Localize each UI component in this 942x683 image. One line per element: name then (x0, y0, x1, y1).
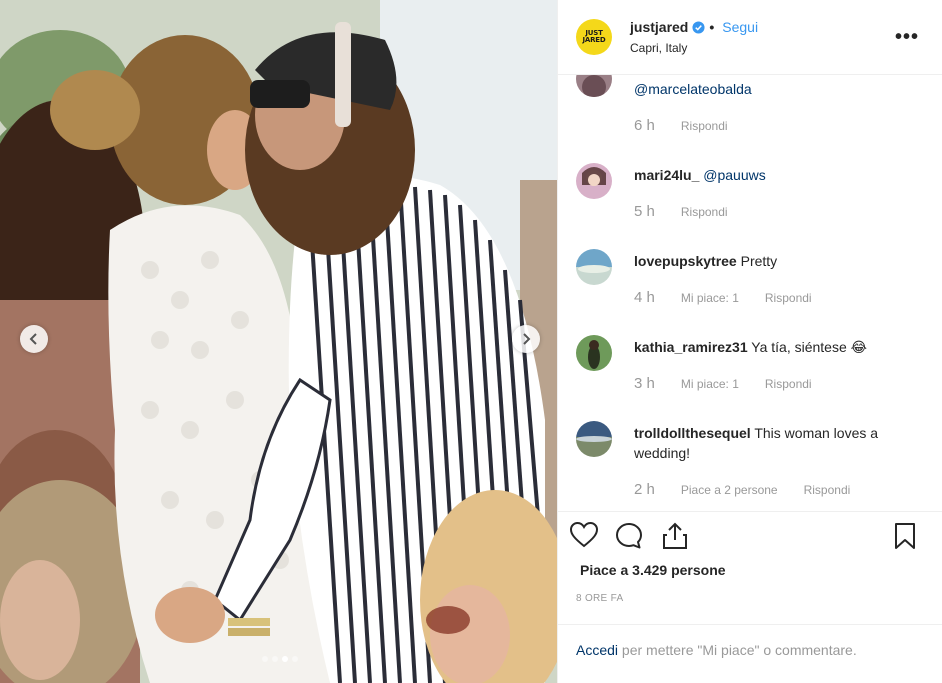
carousel-next-button[interactable] (512, 325, 540, 353)
comment-username[interactable]: kathia_ramirez31 (634, 339, 748, 355)
carousel-dot (262, 656, 268, 662)
post-location[interactable]: Capri, Italy (630, 41, 758, 55)
login-link[interactable]: Accedi (576, 642, 618, 658)
comment-mention[interactable]: @pauuws (703, 167, 765, 183)
comment-time[interactable]: 2 h (634, 481, 655, 498)
reply-button[interactable]: Rispondi (681, 205, 728, 219)
reply-button[interactable]: Rispondi (804, 483, 851, 497)
comment-username[interactable]: lovepupskytree (634, 253, 737, 269)
login-prompt: Accedi per mettere "Mi piace" o commenta… (576, 642, 857, 658)
post-username[interactable]: justjared (630, 19, 688, 35)
comment-text: Pretty (740, 253, 778, 269)
post-side-panel: JUST JARED justjared • Segui Capri, Ital… (557, 0, 942, 683)
comment-avatar[interactable] (576, 249, 612, 285)
carousel-prev-button[interactable] (20, 325, 48, 353)
comment-time[interactable]: 4 h (634, 289, 655, 306)
comment-text: Ya tía, siéntese 😂 (751, 339, 867, 355)
likes-count[interactable]: Piace a 3.429 persone (580, 562, 726, 578)
comment-avatar[interactable] (576, 75, 612, 97)
bookmark-icon[interactable] (894, 522, 916, 550)
comment-likes[interactable]: Mi piace: 1 (681, 377, 739, 391)
reply-button[interactable]: Rispondi (765, 291, 812, 305)
comments-list[interactable]: @marcelateobalda 6 h Rispondi mari24lu_ … (558, 75, 942, 511)
share-icon[interactable] (662, 522, 688, 550)
post-header: JUST JARED justjared • Segui Capri, Ital… (558, 0, 942, 75)
user-avatar-icon (576, 421, 612, 457)
post-timestamp[interactable]: 8 ORE FA (576, 593, 623, 604)
carousel-dot (292, 656, 298, 662)
comment-icon[interactable] (615, 522, 643, 550)
chevron-left-icon (29, 333, 37, 345)
follow-button[interactable]: Segui (722, 19, 758, 35)
login-prompt-text: per mettere "Mi piace" o commentare. (621, 642, 857, 658)
avatar[interactable]: JUST JARED (576, 19, 612, 55)
comment-mention[interactable]: @marcelateobalda (634, 81, 752, 97)
user-avatar-icon (576, 249, 612, 285)
chevron-right-icon (523, 333, 531, 345)
carousel-dot (272, 656, 278, 662)
comment-time[interactable]: 6 h (634, 117, 655, 134)
comment-time[interactable]: 3 h (634, 375, 655, 392)
comment-avatar[interactable] (576, 163, 612, 199)
reply-button[interactable]: Rispondi (681, 119, 728, 133)
comment-avatar[interactable] (576, 335, 612, 371)
carousel-indicator (262, 656, 298, 662)
more-options-button[interactable]: ••• (895, 26, 919, 49)
carousel-dot (282, 656, 288, 662)
user-avatar-icon (576, 75, 612, 97)
reply-button[interactable]: Rispondi (765, 377, 812, 391)
comment-time[interactable]: 5 h (634, 203, 655, 220)
user-avatar-icon (576, 335, 612, 371)
comment-avatar[interactable] (576, 421, 612, 457)
photo-image (0, 0, 557, 683)
user-avatar-icon (576, 163, 612, 199)
post-photo[interactable] (0, 0, 557, 683)
comment-likes[interactable]: Mi piace: 1 (681, 291, 739, 305)
comment-likes[interactable]: Piace a 2 persone (681, 483, 778, 497)
divider (558, 624, 942, 625)
heart-icon[interactable] (570, 522, 598, 548)
logo-text-bottom: JARED (582, 36, 606, 44)
comment-username[interactable]: trolldollthesequel (634, 425, 751, 441)
header-separator: • (709, 19, 715, 35)
post-actions: Piace a 3.429 persone 8 ORE FA Accedi pe… (558, 511, 942, 681)
verified-badge-icon (692, 20, 705, 34)
comment-username[interactable]: mari24lu_ (634, 167, 699, 183)
